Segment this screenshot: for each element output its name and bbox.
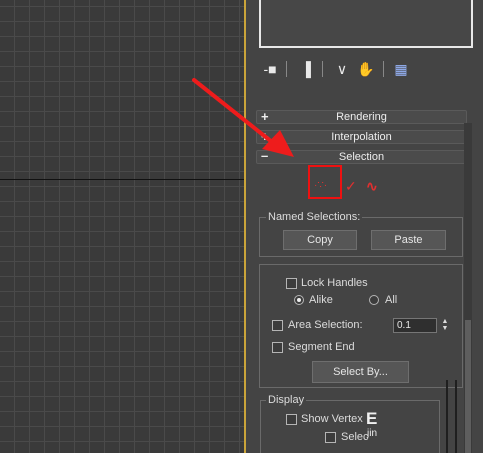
all-label: All — [385, 294, 398, 306]
highlight-box — [308, 165, 342, 199]
display-group — [260, 400, 440, 453]
rollout-interpolation[interactable]: + Interpolation — [256, 129, 467, 144]
pin-icon[interactable]: -■ — [260, 58, 280, 80]
watermark-logo: E — [366, 409, 378, 428]
watermark-text: jin — [367, 428, 378, 439]
modifier-stack-list[interactable] — [259, 0, 473, 48]
lock-handles-label: Lock Handles — [301, 277, 368, 289]
show-vertex-checkbox[interactable] — [286, 414, 297, 425]
named-selections-label: Named Selections: — [266, 211, 363, 223]
configure-sets-icon[interactable]: ▦ — [391, 58, 411, 80]
rollout-title: Rendering — [336, 111, 387, 123]
modifier-stack-toolbar: -■ ▐ ∨ ✋ ▦ — [258, 58, 418, 80]
make-unique-icon[interactable]: ∨ — [332, 58, 352, 80]
select-by-button[interactable]: Select By... — [312, 361, 409, 383]
all-radio[interactable] — [369, 295, 379, 305]
show-end-result-icon[interactable]: ▐ — [296, 58, 316, 80]
rollout-selection[interactable]: – Selection — [256, 148, 467, 164]
segment-end-label: Segment End — [288, 341, 355, 353]
viewport-grid[interactable] — [0, 0, 244, 453]
show-selected-label: Selec — [341, 431, 369, 443]
alike-label: Alike — [309, 294, 333, 306]
paste-button[interactable]: Paste — [371, 230, 446, 250]
panel-divider — [455, 380, 457, 453]
viewport-axis-line — [0, 179, 244, 180]
display-label: Display — [266, 394, 307, 406]
spline-subobject-icon[interactable]: ∿ — [366, 175, 378, 197]
toolbar-separator — [322, 61, 323, 77]
show-selected-checkbox[interactable] — [325, 432, 336, 443]
spinner-arrows-icon[interactable]: ▲ ▼ — [439, 318, 451, 333]
segment-end-checkbox[interactable] — [272, 342, 283, 353]
area-selection-label: Area Selection: — [288, 319, 363, 331]
remove-modifier-icon[interactable]: ✋ — [356, 58, 376, 80]
toolbar-separator — [286, 61, 287, 77]
segment-subobject-icon[interactable]: ✓ — [345, 175, 357, 197]
area-selection-checkbox[interactable] — [272, 320, 283, 331]
rollout-title: Selection — [338, 151, 385, 163]
panel-divider — [446, 380, 448, 453]
toolbar-separator — [383, 61, 384, 77]
alike-radio[interactable] — [294, 295, 304, 305]
lock-handles-checkbox[interactable] — [286, 278, 297, 289]
show-vertex-label: Show Vertex — [301, 413, 363, 425]
rollout-title: Interpolation — [331, 131, 392, 143]
area-selection-spinner[interactable]: 0.1 — [393, 318, 437, 333]
panel-scrollbar-thumb[interactable] — [465, 320, 471, 453]
copy-button[interactable]: Copy — [283, 230, 357, 250]
rollout-rendering[interactable]: + Rendering — [256, 109, 467, 124]
